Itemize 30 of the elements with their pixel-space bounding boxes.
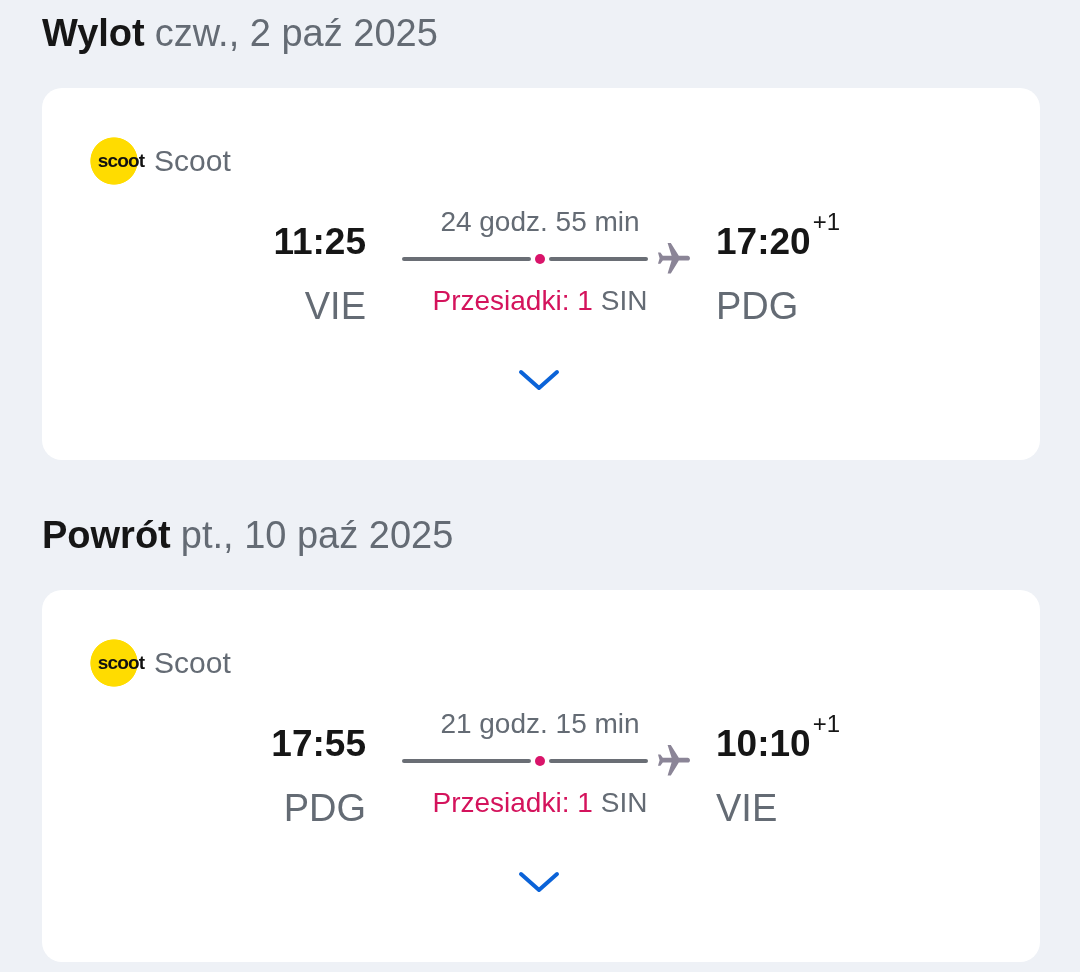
airplane-icon xyxy=(658,745,690,777)
chevron-down-icon xyxy=(517,870,561,894)
arrival-airport: PDG xyxy=(716,284,799,328)
airline-name: Scoot xyxy=(154,646,231,680)
arrival-airport: VIE xyxy=(716,786,778,830)
chevron-down-icon xyxy=(517,368,561,392)
departure-time: 17:55 xyxy=(271,722,366,766)
flight-duration: 21 godz. 15 min xyxy=(440,707,640,741)
flight-date: pt., 10 paź 2025 xyxy=(180,513,454,558)
airplane-icon xyxy=(658,243,690,275)
stops-count: Przesiadki: 1 xyxy=(432,787,593,818)
day-offset: +1 xyxy=(812,710,840,738)
flight-duration: 24 godz. 55 min xyxy=(440,205,640,239)
airline-name: Scoot xyxy=(154,144,231,178)
flight-date: czw., 2 paź 2025 xyxy=(154,11,438,56)
departure-airport: PDG xyxy=(283,786,366,830)
departure-airport: VIE xyxy=(304,284,366,328)
day-offset: +1 xyxy=(812,208,840,236)
stop-airport: SIN xyxy=(600,285,648,316)
stops-count: Przesiadki: 1 xyxy=(432,285,593,316)
departure-time: 11:25 xyxy=(273,220,366,264)
direction-label: Powrót xyxy=(42,513,171,558)
stop-airport: SIN xyxy=(600,787,648,818)
stop-dot-icon xyxy=(535,254,545,264)
arrival-time: 10:10 xyxy=(716,722,811,766)
arrival-time: 17:20 xyxy=(716,220,811,264)
stop-dot-icon xyxy=(535,756,545,766)
expand-button[interactable] xyxy=(517,870,561,894)
direction-label: Wylot xyxy=(42,11,145,56)
expand-button[interactable] xyxy=(517,368,561,392)
